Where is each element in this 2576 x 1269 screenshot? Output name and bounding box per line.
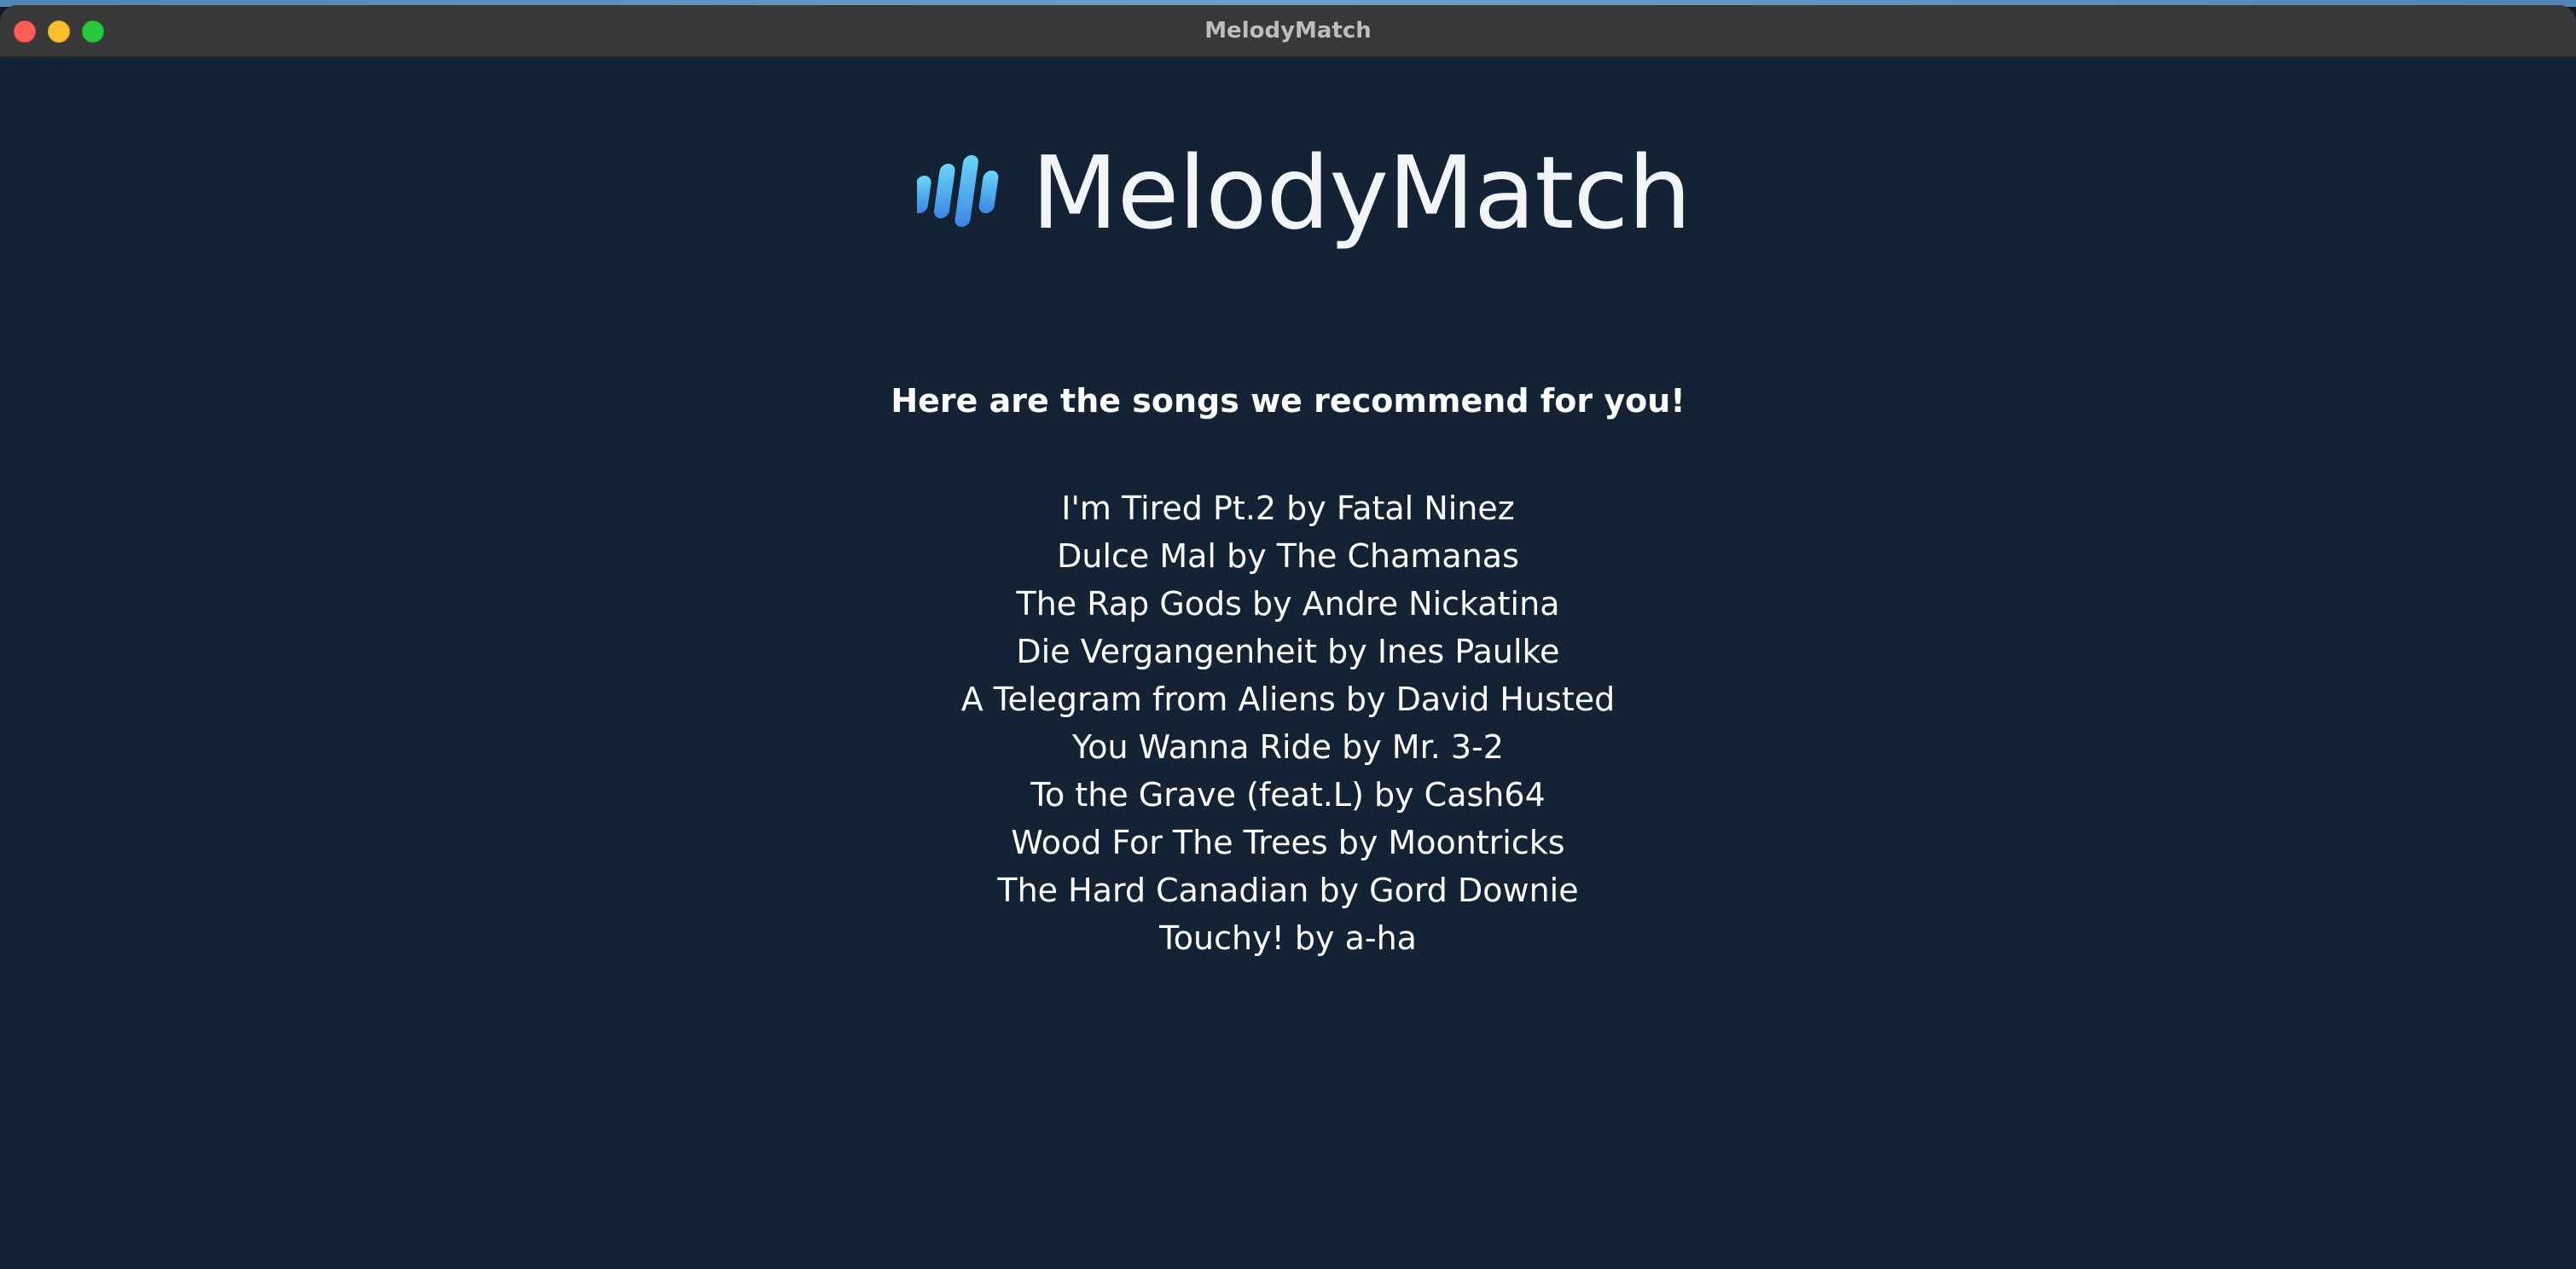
song-list: I'm Tired Pt.2 by Fatal Ninez Dulce Mal …: [0, 484, 2576, 962]
song-item: Touchy! by a-ha: [1159, 919, 1417, 957]
recommendations-heading: Here are the songs we recommend for you!: [891, 382, 1685, 420]
audio-bars-icon: [917, 155, 999, 227]
song-item: To the Grave (feat.L) by Cash64: [1030, 776, 1546, 814]
window-title: MelodyMatch: [1204, 18, 1372, 43]
app-logo: MelodyMatch: [917, 133, 1691, 252]
song-item: Dulce Mal by The Chamanas: [1057, 537, 1519, 575]
song-item: The Rap Gods by Andre Nickatina: [1016, 585, 1560, 623]
main-content: MelodyMatch Here are the songs we recomm…: [0, 58, 2576, 1269]
app-window: MelodyMatch MelodyMatch Here are the son…: [0, 5, 2576, 1269]
song-item: I'm Tired Pt.2 by Fatal Ninez: [1061, 490, 1515, 527]
song-item: The Hard Canadian by Gord Downie: [997, 872, 1579, 909]
logo-wordmark: MelodyMatch: [1031, 134, 1691, 252]
song-item: A Telegram from Aliens by David Husted: [960, 681, 1616, 718]
song-item: You Wanna Ride by Mr. 3-2: [1072, 728, 1504, 766]
song-item: Die Vergangenheit by Ines Paulke: [1016, 633, 1560, 670]
song-item: Wood For The Trees by Moontricks: [1011, 824, 1565, 861]
window-titlebar[interactable]: MelodyMatch: [0, 5, 2576, 58]
